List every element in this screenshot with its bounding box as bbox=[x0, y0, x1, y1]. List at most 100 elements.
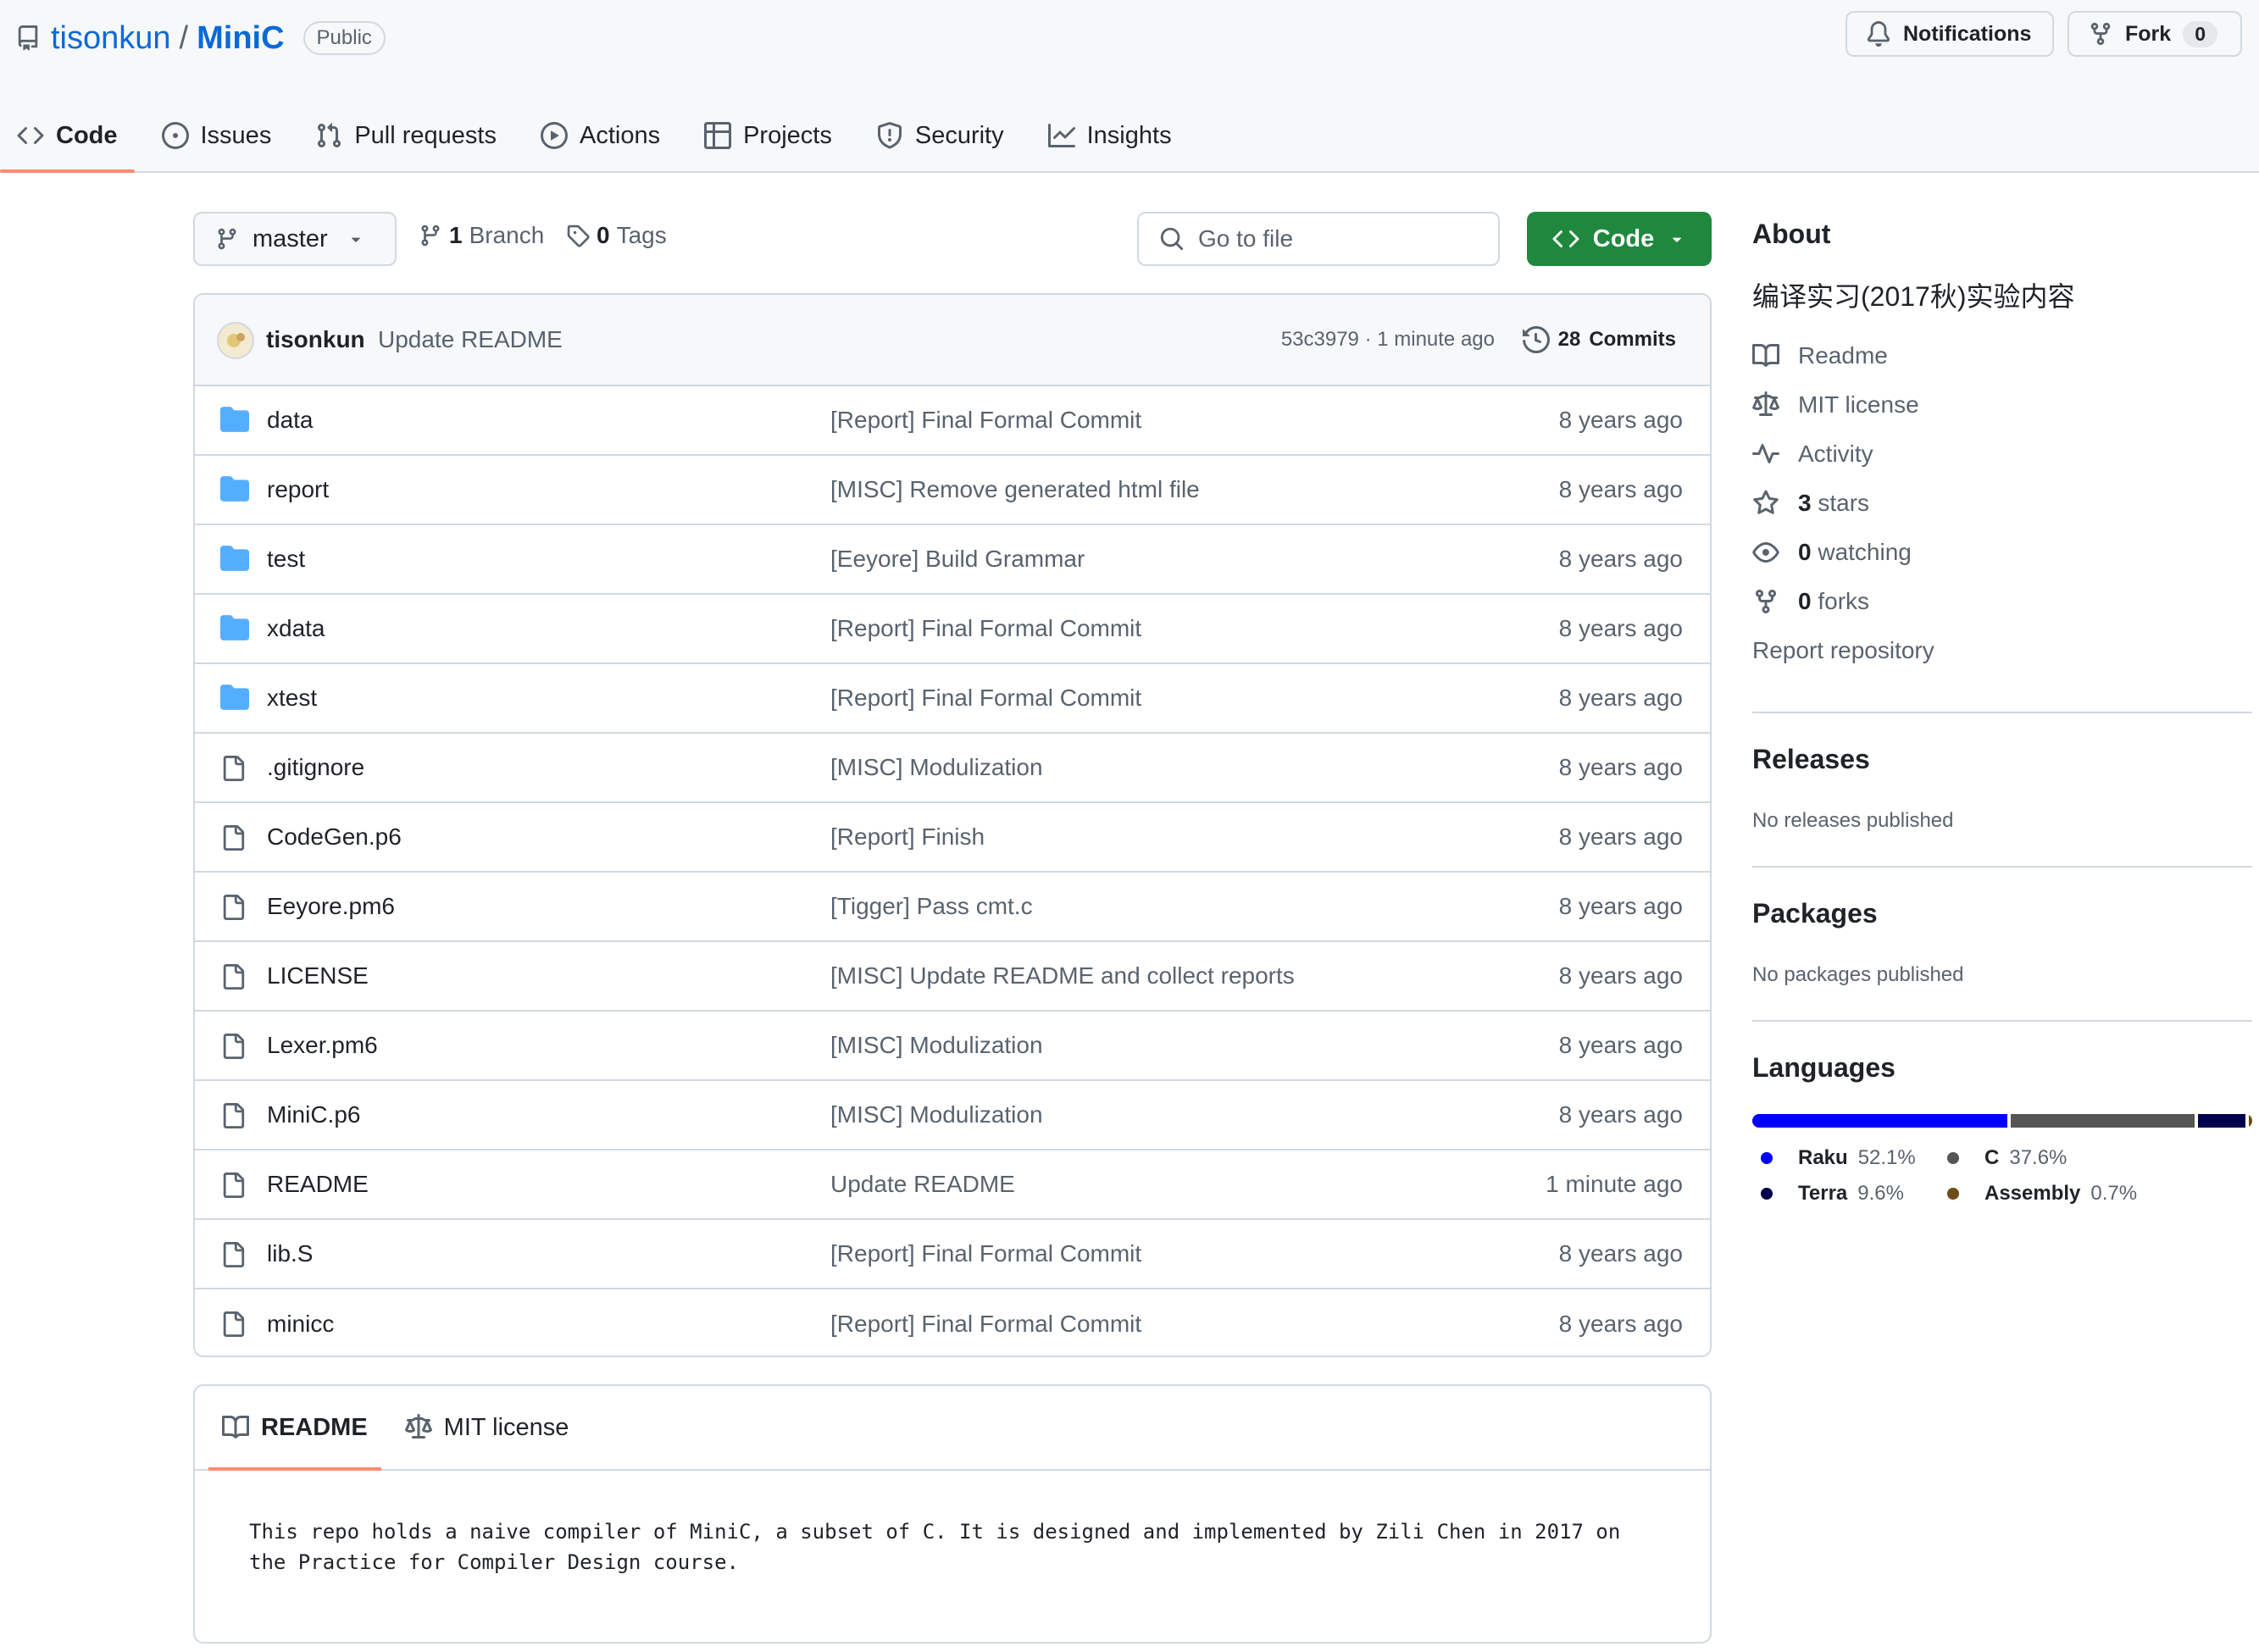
language-item[interactable]: Raku 52.1% bbox=[1752, 1146, 1939, 1170]
file-name-link[interactable]: MiniC.p6 bbox=[267, 1101, 360, 1128]
file-row[interactable]: report [MISC] Remove generated html file 8… bbox=[195, 456, 1710, 525]
code-dropdown-button[interactable]: Code bbox=[1527, 212, 1712, 266]
file-row[interactable]: Lexer.pm6 [MISC] Modulization 8 years ago bbox=[195, 1012, 1710, 1081]
file-row[interactable]: minicc [Report] Final Formal Commit 8 year… bbox=[195, 1289, 1710, 1355]
commit-hash-time[interactable]: 53c3979 · 1 minute ago bbox=[1281, 328, 1495, 352]
watching-link[interactable]: 0 watching bbox=[1752, 528, 2252, 577]
license-link[interactable]: MIT license bbox=[1752, 380, 2252, 430]
shield-icon bbox=[876, 122, 903, 149]
commit-message[interactable]: Update README bbox=[378, 326, 563, 353]
file-row[interactable]: .gitignore [MISC] Modulization 8 years ago bbox=[195, 734, 1710, 803]
go-to-file-input[interactable]: Go to file bbox=[1137, 212, 1500, 266]
language-color-dot bbox=[1947, 1188, 1959, 1200]
visibility-badge: Public bbox=[302, 21, 386, 55]
file-name-link[interactable]: xtest bbox=[267, 685, 317, 712]
file-commit-message-link[interactable]: [Report] Final Formal Commit bbox=[830, 1311, 1141, 1338]
forks-link[interactable]: 0 forks bbox=[1752, 577, 2252, 626]
activity-link-label: Activity bbox=[1798, 441, 1873, 467]
file-name-link[interactable]: Eeyore.pm6 bbox=[267, 893, 395, 920]
fork-button[interactable]: Fork 0 bbox=[2068, 11, 2242, 57]
tab-readme[interactable]: README bbox=[208, 1386, 381, 1471]
file-name-link[interactable]: test bbox=[267, 546, 305, 573]
languages-section: Languages Raku 52.1% C 37.6% Terra 9.6% Assemb… bbox=[1752, 1052, 2252, 1206]
file-row[interactable]: data [Report] Final Formal Commit 8 years … bbox=[195, 386, 1710, 456]
file-name-link[interactable]: report bbox=[267, 476, 329, 503]
file-commit-message-link[interactable]: [MISC] Modulization bbox=[830, 1032, 1043, 1059]
file-row[interactable]: lib.S [Report] Final Formal Commit 8 years… bbox=[195, 1220, 1710, 1289]
file-commit-message-link[interactable]: [Report] Final Formal Commit bbox=[830, 1240, 1141, 1267]
commits-history-link[interactable]: 28 Commits bbox=[1522, 326, 1676, 353]
notifications-label: Notifications bbox=[1903, 21, 2032, 46]
tags-link[interactable]: 0 Tags bbox=[566, 222, 667, 249]
avatar[interactable] bbox=[217, 322, 254, 359]
repo-name-link[interactable]: MiniC bbox=[197, 20, 284, 57]
branch-selector[interactable]: master bbox=[193, 212, 397, 266]
tab-issues[interactable]: Issues bbox=[145, 100, 289, 171]
file-commit-message-link[interactable]: Update README bbox=[830, 1171, 1015, 1198]
notifications-button[interactable]: Notifications bbox=[1845, 11, 2054, 57]
report-repository-link[interactable]: Report repository bbox=[1752, 626, 2252, 675]
file-icon bbox=[220, 754, 246, 783]
tab-code[interactable]: Code bbox=[0, 100, 135, 173]
file-commit-age: 8 years ago bbox=[1558, 407, 1683, 433]
readme-link[interactable]: Readme bbox=[1752, 331, 2252, 380]
tab-projects[interactable]: Projects bbox=[687, 100, 849, 171]
file-name-link[interactable]: .gitignore bbox=[267, 754, 364, 781]
tag-icon bbox=[566, 224, 590, 247]
file-row[interactable]: MiniC.p6 [MISC] Modulization 8 years ago bbox=[195, 1081, 1710, 1150]
stars-link[interactable]: 3 stars bbox=[1752, 479, 2252, 528]
file-commit-message-link[interactable]: [Report] Final Formal Commit bbox=[830, 685, 1141, 712]
graph-icon bbox=[1047, 122, 1075, 149]
file-commit-message-link[interactable]: [Report] Final Formal Commit bbox=[830, 407, 1141, 434]
file-name-link[interactable]: xdata bbox=[267, 615, 325, 642]
file-row[interactable]: Eeyore.pm6 [Tigger] Pass cmt.c 8 years ago bbox=[195, 873, 1710, 942]
language-bar-segment[interactable] bbox=[2198, 1114, 2245, 1128]
file-commit-message-link[interactable]: [MISC] Remove generated html file bbox=[830, 476, 1200, 503]
file-name-link[interactable]: Lexer.pm6 bbox=[267, 1032, 378, 1059]
file-name-link[interactable]: LICENSE bbox=[267, 962, 369, 990]
file-row[interactable]: xdata [Report] Final Formal Commit 8 years… bbox=[195, 595, 1710, 664]
language-bar-segment[interactable] bbox=[2011, 1114, 2195, 1128]
tab-pull-requests[interactable]: Pull requests bbox=[298, 100, 513, 171]
language-bar-segment[interactable] bbox=[1752, 1114, 2008, 1128]
repo-description: 编译实习(2017秋)实验内容 bbox=[1752, 281, 2075, 312]
file-row[interactable]: CodeGen.p6 [Report] Finish 8 years ago bbox=[195, 803, 1710, 873]
file-browser: tisonkun Update README 53c3979 · 1 minut… bbox=[193, 293, 1712, 1357]
file-commit-message-link[interactable]: [Report] Final Formal Commit bbox=[830, 615, 1141, 642]
packages-section: Packages No packages published bbox=[1752, 898, 2252, 987]
file-commit-message-link[interactable]: [Report] Finish bbox=[830, 823, 985, 851]
file-row[interactable]: test [Eeyore] Build Grammar 8 years ago bbox=[195, 525, 1710, 595]
file-commit-message-link[interactable]: [MISC] Update README and collect reports bbox=[830, 962, 1295, 990]
language-bar-segment[interactable] bbox=[2248, 1114, 2252, 1128]
tab-license-label: MIT license bbox=[443, 1413, 569, 1441]
file-name-link[interactable]: lib.S bbox=[267, 1240, 313, 1267]
packages-heading[interactable]: Packages bbox=[1752, 898, 2252, 929]
file-row[interactable]: LICENSE [MISC] Update README and collect … bbox=[195, 942, 1710, 1012]
git-branch-icon bbox=[215, 227, 239, 251]
tab-actions[interactable]: Actions bbox=[524, 100, 677, 171]
repo-owner-link[interactable]: tisonkun bbox=[51, 20, 171, 57]
file-name-link[interactable]: data bbox=[267, 407, 314, 434]
file-name-link[interactable]: README bbox=[267, 1171, 369, 1198]
file-name-link[interactable]: CodeGen.p6 bbox=[267, 823, 402, 851]
branches-link[interactable]: 1 Branch bbox=[419, 222, 544, 249]
tab-license[interactable]: MIT license bbox=[391, 1386, 583, 1469]
tab-insights[interactable]: Insights bbox=[1031, 100, 1189, 171]
file-row[interactable]: README Update README 1 minute ago bbox=[195, 1150, 1710, 1220]
language-item[interactable]: C 37.6% bbox=[1939, 1146, 2151, 1170]
file-row[interactable]: xtest [Report] Final Formal Commit 8 years… bbox=[195, 664, 1710, 734]
file-commit-message-link[interactable]: [Tigger] Pass cmt.c bbox=[830, 893, 1033, 920]
packages-text: No packages published bbox=[1752, 963, 1964, 986]
commit-author[interactable]: tisonkun bbox=[266, 326, 365, 353]
file-commit-message-link[interactable]: [MISC] Modulization bbox=[830, 1101, 1043, 1128]
activity-link[interactable]: Activity bbox=[1752, 430, 2252, 479]
language-item[interactable]: Assembly 0.7% bbox=[1939, 1182, 2151, 1206]
releases-heading[interactable]: Releases bbox=[1752, 744, 2252, 775]
file-name-link[interactable]: minicc bbox=[267, 1311, 334, 1338]
sidebar-divider bbox=[1752, 1020, 2252, 1022]
file-commit-message-link[interactable]: [MISC] Modulization bbox=[830, 754, 1043, 781]
language-item[interactable]: Terra 9.6% bbox=[1752, 1182, 1939, 1206]
tag-count-label: Tags bbox=[616, 222, 667, 248]
file-commit-message-link[interactable]: [Eeyore] Build Grammar bbox=[830, 546, 1085, 573]
tab-security[interactable]: Security bbox=[859, 100, 1021, 171]
